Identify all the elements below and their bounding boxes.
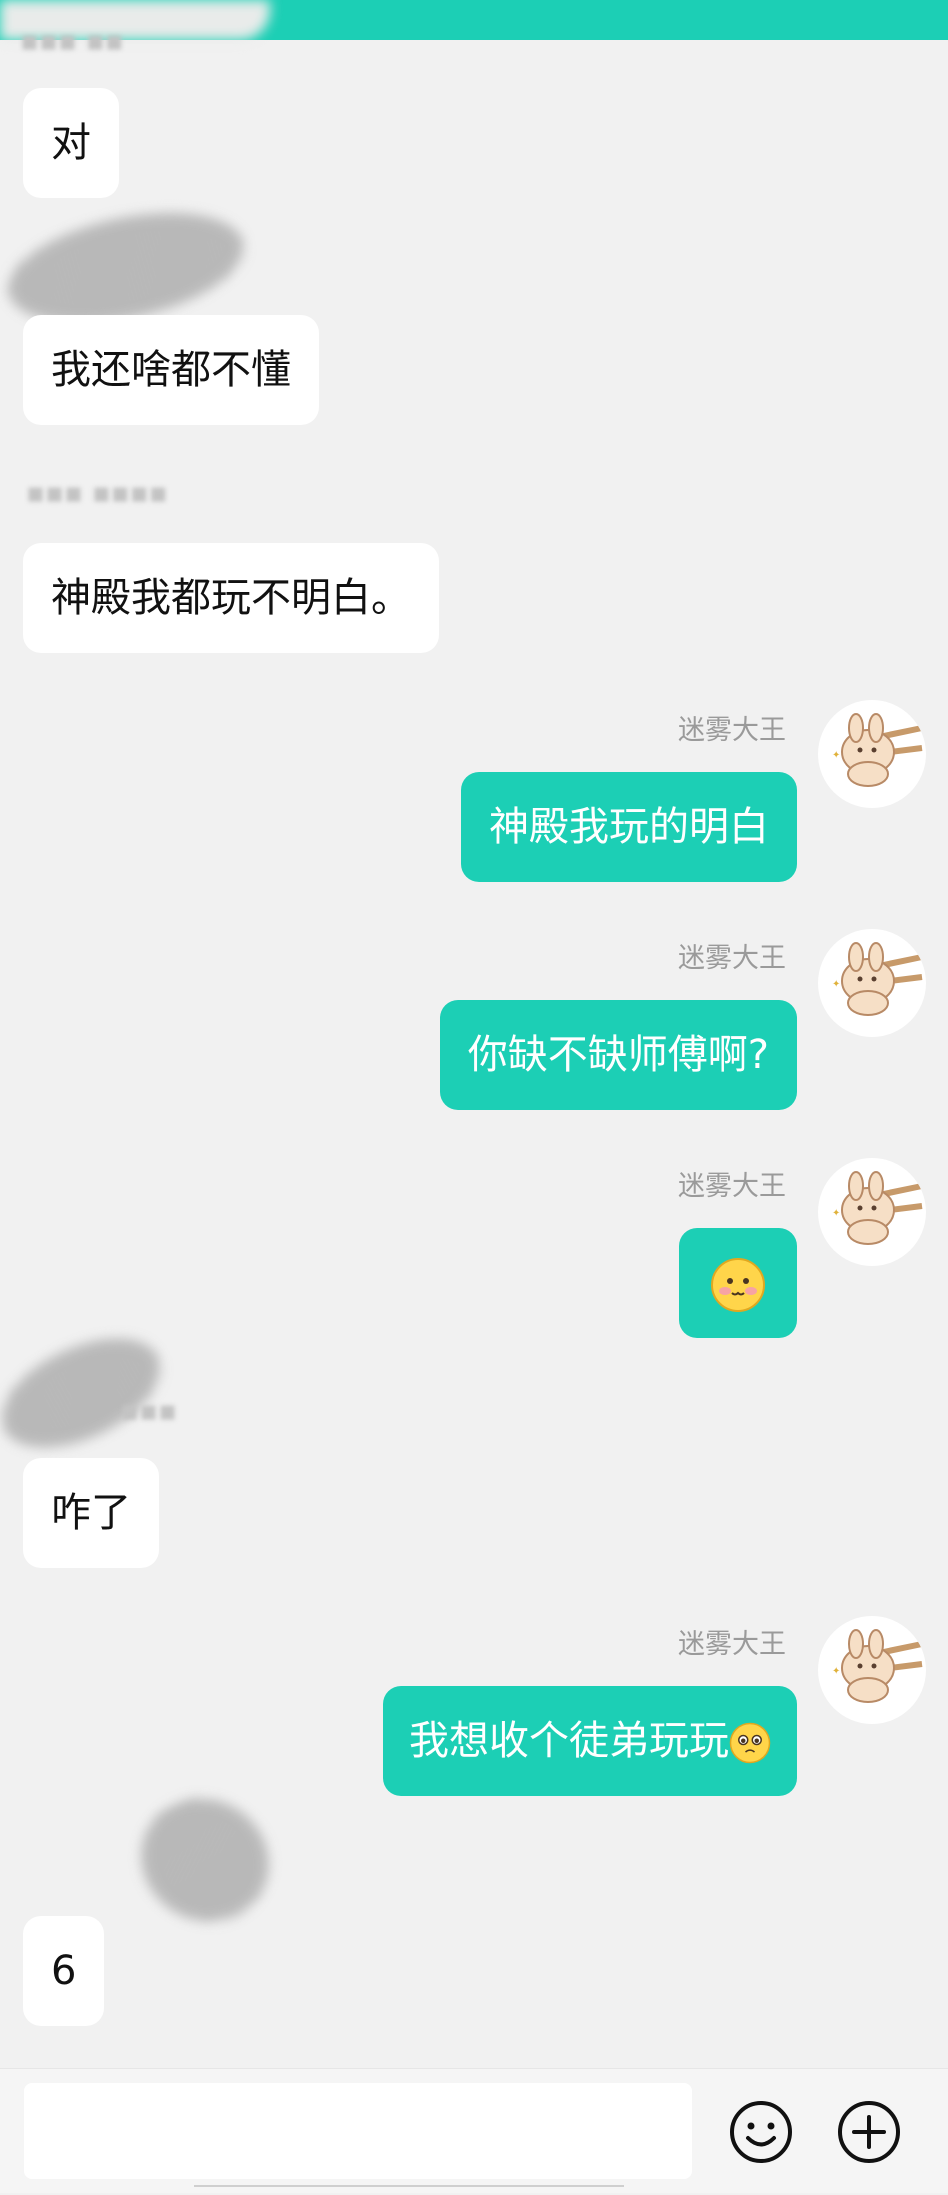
bunny-icon: ✦ bbox=[832, 713, 923, 787]
svg-text:✦: ✦ bbox=[832, 750, 840, 761]
message-bubble-outgoing[interactable] bbox=[679, 1228, 797, 1338]
header-bar bbox=[0, 0, 948, 40]
sender-name: 迷雾大王 bbox=[678, 943, 786, 974]
redacted-sender-name bbox=[0, 1316, 178, 1470]
add-icon bbox=[838, 2101, 900, 2163]
bunny-icon: ✦ bbox=[832, 1171, 923, 1245]
redacted-sender-name: ▪▪▪ bbox=[120, 1394, 177, 1427]
avatar[interactable]: ✦ bbox=[818, 1158, 926, 1266]
add-button[interactable] bbox=[836, 2099, 902, 2165]
pleading-face-icon bbox=[729, 1722, 771, 1764]
message-bubble-incoming[interactable]: 咋了 bbox=[23, 1458, 159, 1568]
message-bubble-incoming[interactable]: 我还啥都不懂 bbox=[23, 315, 319, 425]
emoji-button[interactable] bbox=[728, 2099, 794, 2165]
blushing-face-icon bbox=[711, 1258, 765, 1312]
avatar[interactable]: ✦ bbox=[818, 929, 926, 1037]
sender-name: 迷雾大王 bbox=[678, 715, 786, 746]
message-text: 我想收个徒弟玩玩 bbox=[409, 1718, 729, 1764]
redacted-sender-name bbox=[118, 1775, 292, 1945]
message-input[interactable] bbox=[24, 2083, 692, 2179]
redacted-sender-name: ▪▪▪ ▪▪▪▪ bbox=[26, 476, 168, 509]
svg-text:✦: ✦ bbox=[832, 1666, 840, 1677]
bunny-icon: ✦ bbox=[832, 1629, 923, 1703]
message-bubble-outgoing[interactable]: 神殿我玩的明白 bbox=[461, 772, 797, 882]
avatar[interactable]: ✦ bbox=[818, 1616, 926, 1724]
redacted-sender-name: ▪▪▪ ▪▪ bbox=[20, 24, 124, 57]
message-bubble-incoming[interactable]: 神殿我都玩不明白。 bbox=[23, 543, 439, 653]
sender-name: 迷雾大王 bbox=[678, 1629, 786, 1660]
avatar[interactable]: ✦ bbox=[818, 700, 926, 808]
svg-text:✦: ✦ bbox=[832, 979, 840, 990]
message-bubble-incoming[interactable]: 对 bbox=[23, 88, 119, 198]
svg-text:✦: ✦ bbox=[832, 1208, 840, 1219]
message-bubble-outgoing[interactable]: 你缺不缺师傅啊? bbox=[439, 1000, 797, 1110]
sender-name: 迷雾大王 bbox=[678, 1171, 786, 1202]
message-bubble-incoming[interactable]: 6 bbox=[23, 1916, 105, 2026]
home-indicator bbox=[194, 2185, 624, 2195]
emoji-icon bbox=[730, 2101, 792, 2163]
bunny-icon: ✦ bbox=[832, 942, 923, 1016]
message-bubble-outgoing[interactable]: 我想收个徒弟玩玩 bbox=[383, 1686, 797, 1796]
input-bar bbox=[0, 2068, 948, 2193]
